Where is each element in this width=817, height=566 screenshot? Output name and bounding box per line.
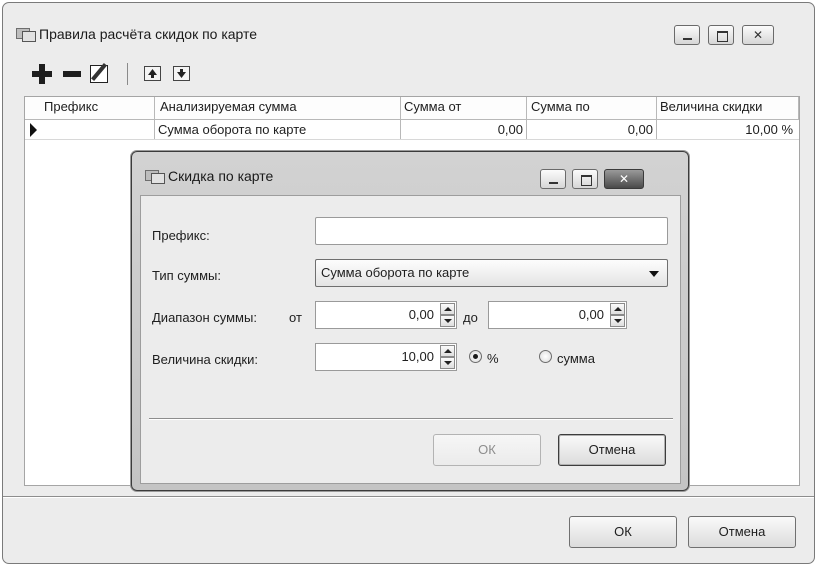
- toolbar-separator: [127, 63, 128, 85]
- column-divider: [798, 97, 799, 119]
- cancel-button[interactable]: Отмена: [688, 516, 796, 548]
- footer-separator: [3, 496, 814, 498]
- chevron-down-icon: [649, 271, 659, 277]
- close-icon: ✕: [752, 28, 764, 42]
- dialog-cancel-button[interactable]: Отмена: [558, 434, 666, 466]
- ok-button[interactable]: ОК: [569, 516, 677, 548]
- range-to-value: 0,00: [578, 307, 604, 322]
- dialog-separator: [149, 418, 673, 420]
- range-from-input[interactable]: 0,00: [315, 301, 457, 329]
- dialog-title: Скидка по карте: [168, 168, 274, 184]
- arrow-up-icon[interactable]: [144, 66, 161, 81]
- dialog-window-icon: [145, 170, 165, 184]
- minimize-button[interactable]: [674, 25, 700, 45]
- sum-type-select[interactable]: Сумма оборота по карте: [315, 259, 668, 287]
- cell-discount: 10,00 %: [745, 122, 793, 137]
- discount-spinner[interactable]: [440, 345, 455, 369]
- range-from-spinner[interactable]: [440, 303, 455, 327]
- cell-sum-from: 0,00: [497, 122, 523, 137]
- amount-radio[interactable]: [539, 350, 552, 363]
- range-to-input[interactable]: 0,00: [488, 301, 627, 329]
- range-from-value: 0,00: [408, 307, 434, 322]
- range-from-label: от: [289, 310, 302, 325]
- percent-radio[interactable]: [469, 350, 482, 363]
- range-to-spinner[interactable]: [610, 303, 625, 327]
- maximize-icon: [717, 31, 728, 42]
- discount-value: 10,00: [401, 349, 434, 364]
- dialog-maximize-button[interactable]: [572, 169, 598, 189]
- spin-down-icon[interactable]: [610, 315, 625, 327]
- dialog-close-button[interactable]: ✕: [604, 169, 644, 189]
- column-header-prefix[interactable]: Префикс: [41, 97, 98, 117]
- maximize-icon: [581, 175, 592, 186]
- spin-up-icon[interactable]: [610, 303, 625, 315]
- minimize-icon: [549, 182, 558, 184]
- minimize-icon: [683, 38, 692, 40]
- cell-analyzed-sum: Сумма оборота по карте: [158, 122, 307, 137]
- column-header-analyzed-sum[interactable]: Анализируемая сумма: [157, 97, 297, 117]
- row-selector-icon: [30, 123, 37, 137]
- amount-radio-label[interactable]: сумма: [557, 351, 595, 366]
- prefix-label: Префикс:: [152, 228, 210, 243]
- column-header-sum-to[interactable]: Сумма по: [528, 97, 590, 117]
- dialog-minimize-button[interactable]: [540, 169, 566, 189]
- spin-down-icon[interactable]: [440, 315, 455, 327]
- pencil-icon[interactable]: [90, 65, 108, 83]
- dialog-ok-button[interactable]: ОК: [433, 434, 541, 466]
- minus-icon[interactable]: [63, 71, 81, 77]
- range-label: Диапазон суммы:: [152, 310, 257, 325]
- sum-type-value: Сумма оборота по карте: [321, 265, 470, 280]
- cell-sum-to: 0,00: [627, 122, 653, 137]
- dialog-client-area: Префикс: Тип суммы: Сумма оборота по кар…: [140, 195, 681, 484]
- spin-up-icon[interactable]: [440, 345, 455, 357]
- arrow-down-icon[interactable]: [173, 66, 190, 81]
- spin-up-icon[interactable]: [440, 303, 455, 315]
- close-icon: ✕: [618, 172, 630, 186]
- spin-down-icon[interactable]: [440, 357, 455, 369]
- window-title: Правила расчёта скидок по карте: [39, 26, 258, 42]
- column-header-sum-from[interactable]: Сумма от: [401, 97, 461, 117]
- window-icon: [16, 28, 36, 42]
- plus-icon[interactable]: [32, 64, 52, 84]
- sum-type-label: Тип суммы:: [152, 268, 221, 283]
- discount-dialog: Скидка по карте ✕ Префикс: Тип суммы: Су…: [131, 151, 689, 491]
- column-header-discount[interactable]: Величина скидки: [657, 97, 762, 117]
- discount-label: Величина скидки:: [152, 352, 258, 367]
- percent-radio-label[interactable]: %: [487, 351, 499, 366]
- table-row[interactable]: Сумма оборота по карте 0,00 0,00 10,00 %: [25, 120, 799, 140]
- range-to-label: до: [463, 310, 478, 325]
- close-button[interactable]: ✕: [742, 25, 774, 45]
- prefix-input[interactable]: [315, 217, 668, 245]
- maximize-button[interactable]: [708, 25, 734, 45]
- row-divider: [25, 139, 799, 140]
- discount-input[interactable]: 10,00: [315, 343, 457, 371]
